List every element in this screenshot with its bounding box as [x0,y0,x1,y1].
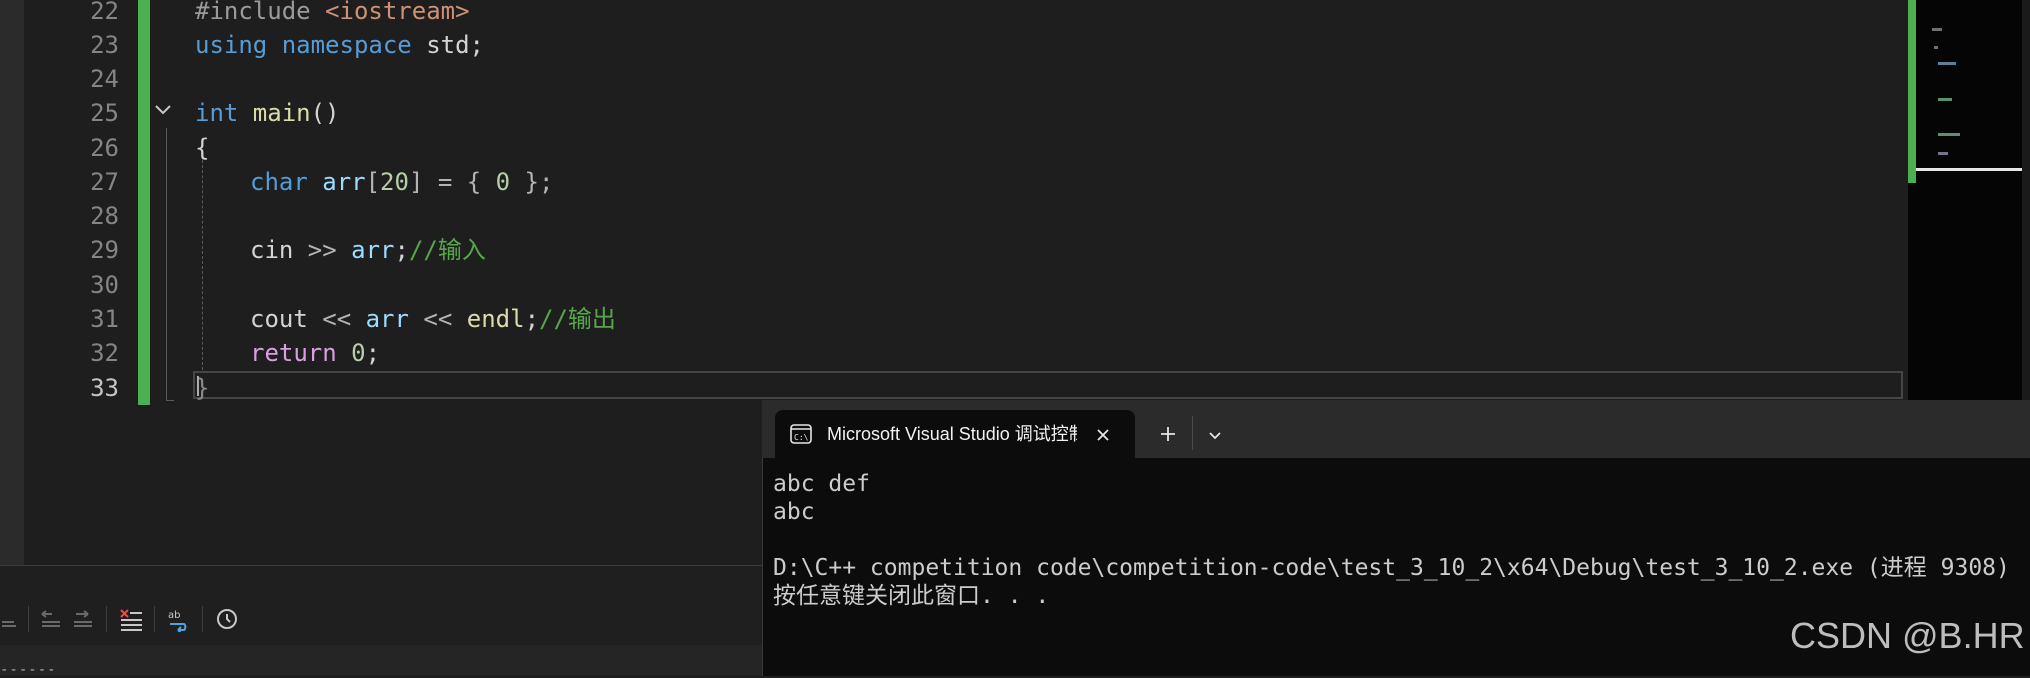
console-tab-title: Microsoft Visual Studio 调试控制台 [827,424,1077,444]
code-line-32: return 0; [250,336,380,370]
toolbar-separator [28,606,29,632]
line-number: 29 [90,236,119,264]
code-text: ; [524,305,540,333]
code-text: }; [510,168,554,196]
code-line-25: int main() [195,96,340,130]
preprocessor-directive: #include [195,0,326,25]
code-text: ; [365,339,381,367]
editor-left-margin [0,0,24,565]
code-text: [ [365,168,381,196]
console-output-line: 按任意键关闭此窗口. . . [773,583,1050,609]
code-line-27: char arr[20] = { 0 }; [250,165,553,199]
line-number: 31 [90,305,119,333]
toolbar-separator [106,606,107,632]
code-line-23: using namespace std; [195,28,484,62]
terminal-icon: C:\ [790,424,812,444]
line-number-gutter: 22 23 24 25 26 27 28 29 30 31 32 33 [24,0,134,565]
minimap-change-bar [1908,0,1916,183]
function-name: endl [452,305,525,333]
keyword: int [195,99,239,127]
operator: << [322,305,352,333]
svg-text:ab: ab [168,610,180,621]
keyword: using [195,31,268,59]
code-line-26: { [195,131,209,165]
line-number: 28 [90,202,119,230]
toolbar-separator [154,606,155,632]
line-number: 25 [90,99,119,127]
code-text: ; [394,236,409,264]
code-text: cout [250,305,323,333]
watermark: CSDN @B.HR [1790,615,2025,656]
code-line-31: cout << arr << endl;//输出 [250,302,616,336]
header-name: <iostream> [325,0,470,25]
comment: //输出 [539,305,616,333]
vertical-scrollbar[interactable] [2022,0,2030,405]
find-previous-icon[interactable] [0,606,26,632]
code-text: () [310,99,340,127]
chevron-down-icon[interactable] [1204,424,1226,446]
operator: >> [307,236,337,264]
line-number: 32 [90,339,119,367]
line-number: 27 [90,168,119,196]
variable: arr [351,305,409,333]
code-line-29: cin >> arr;//输入 [250,233,486,267]
line-number: 22 [90,0,119,25]
text-caret [197,376,199,396]
operator: << [408,305,453,333]
console-output-line: D:\C++ competition code\competition-code… [773,555,2010,581]
code-text: ] = { [408,168,496,196]
output-content-area [0,645,762,675]
comment: //输入 [408,236,486,264]
keyword: namespace [267,31,412,59]
change-tracking-bar [138,0,150,405]
code-text: std; [411,31,484,59]
svg-text:C:\: C:\ [794,433,809,442]
tab-separator [1192,416,1193,450]
code-text: { [195,134,210,162]
code-text: cin [250,236,308,264]
word-wrap-icon[interactable]: ab [166,606,192,634]
line-number: 24 [90,65,119,93]
line-number-active: 33 [90,374,119,402]
number-literal: 0 [495,168,511,196]
keyword: return [250,339,337,367]
console-output-line: abc def [773,471,870,497]
variable: arr [336,236,395,264]
number-literal: 0 [336,339,366,367]
function-name: main [238,99,311,127]
code-line-22: #include <iostream> [195,0,470,28]
variable: arr [307,168,366,196]
clock-icon[interactable] [214,606,240,632]
close-tab-icon[interactable] [1092,424,1114,446]
line-number: 23 [90,31,119,59]
toolbar-separator [202,606,203,632]
go-to-previous-icon[interactable] [38,606,64,632]
number-literal: 20 [380,168,409,196]
line-number: 30 [90,271,119,299]
go-to-next-icon[interactable] [70,606,96,632]
new-tab-plus-icon[interactable] [1156,422,1180,446]
console-output-line: abc [773,499,815,525]
clear-all-icon[interactable] [118,606,144,632]
output-toolbar [0,600,762,645]
keyword: char [250,168,308,196]
minimap-viewport[interactable] [1916,0,2022,171]
line-number: 26 [90,134,119,162]
